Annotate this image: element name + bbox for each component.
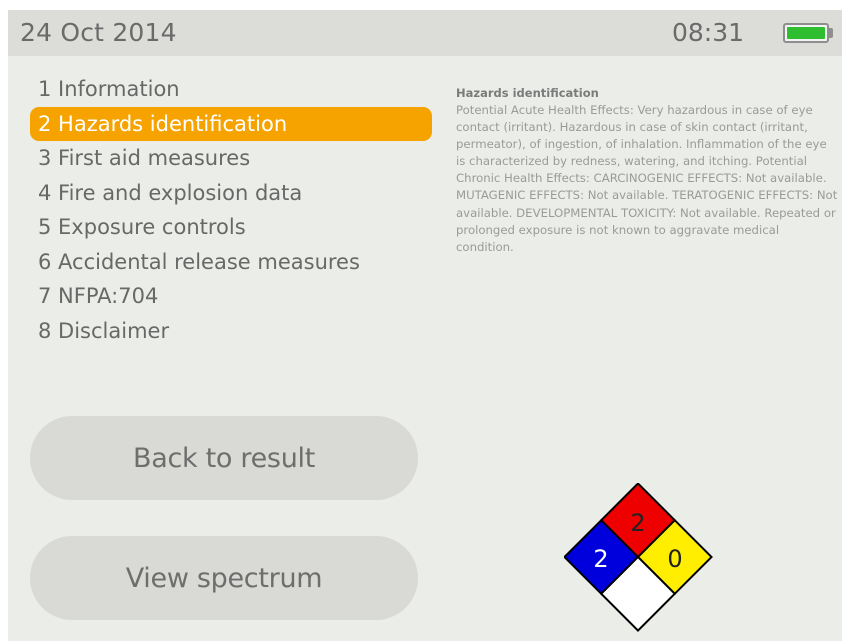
menu-item-fire-and-explosion-data[interactable]: 4 Fire and explosion data <box>30 176 432 211</box>
nfpa-704-diamond-icon: 2 2 0 <box>564 483 713 632</box>
battery-level-fill <box>787 27 825 39</box>
status-date: 24 Oct 2014 <box>20 18 177 47</box>
menu-item-hazards-identification[interactable]: 2 Hazards identification <box>30 106 432 141</box>
battery-tip <box>829 28 833 38</box>
status-bar: 24 Oct 2014 08:31 <box>8 10 842 56</box>
view-spectrum-button[interactable]: View spectrum <box>30 536 418 620</box>
nfpa-health-value: 2 <box>593 545 608 573</box>
menu-item-nfpa-704[interactable]: 7 NFPA:704 <box>30 279 432 314</box>
section-menu: 1 Information 2 Hazards identification 3… <box>30 72 432 348</box>
menu-item-disclaimer[interactable]: 8 Disclaimer <box>30 314 432 349</box>
menu-item-exposure-controls[interactable]: 5 Exposure controls <box>30 210 432 245</box>
nfpa-instability-value: 0 <box>667 545 682 573</box>
battery-full-icon <box>783 23 829 43</box>
menu-item-accidental-release-measures[interactable]: 6 Accidental release measures <box>30 245 432 280</box>
device-screen: 24 Oct 2014 08:31 1 Information 2 Hazard… <box>8 10 842 641</box>
status-time: 08:31 <box>672 18 745 47</box>
menu-item-information[interactable]: 1 Information <box>30 72 432 107</box>
detail-body: Potential Acute Health Effects: Very haz… <box>456 103 838 254</box>
nfpa-flammability-value: 2 <box>630 509 645 537</box>
menu-item-first-aid-measures[interactable]: 3 First aid measures <box>30 141 432 176</box>
back-to-result-button[interactable]: Back to result <box>30 416 418 500</box>
detail-panel: Hazards identification Potential Acute H… <box>456 86 838 256</box>
detail-title: Hazards identification <box>456 86 599 100</box>
